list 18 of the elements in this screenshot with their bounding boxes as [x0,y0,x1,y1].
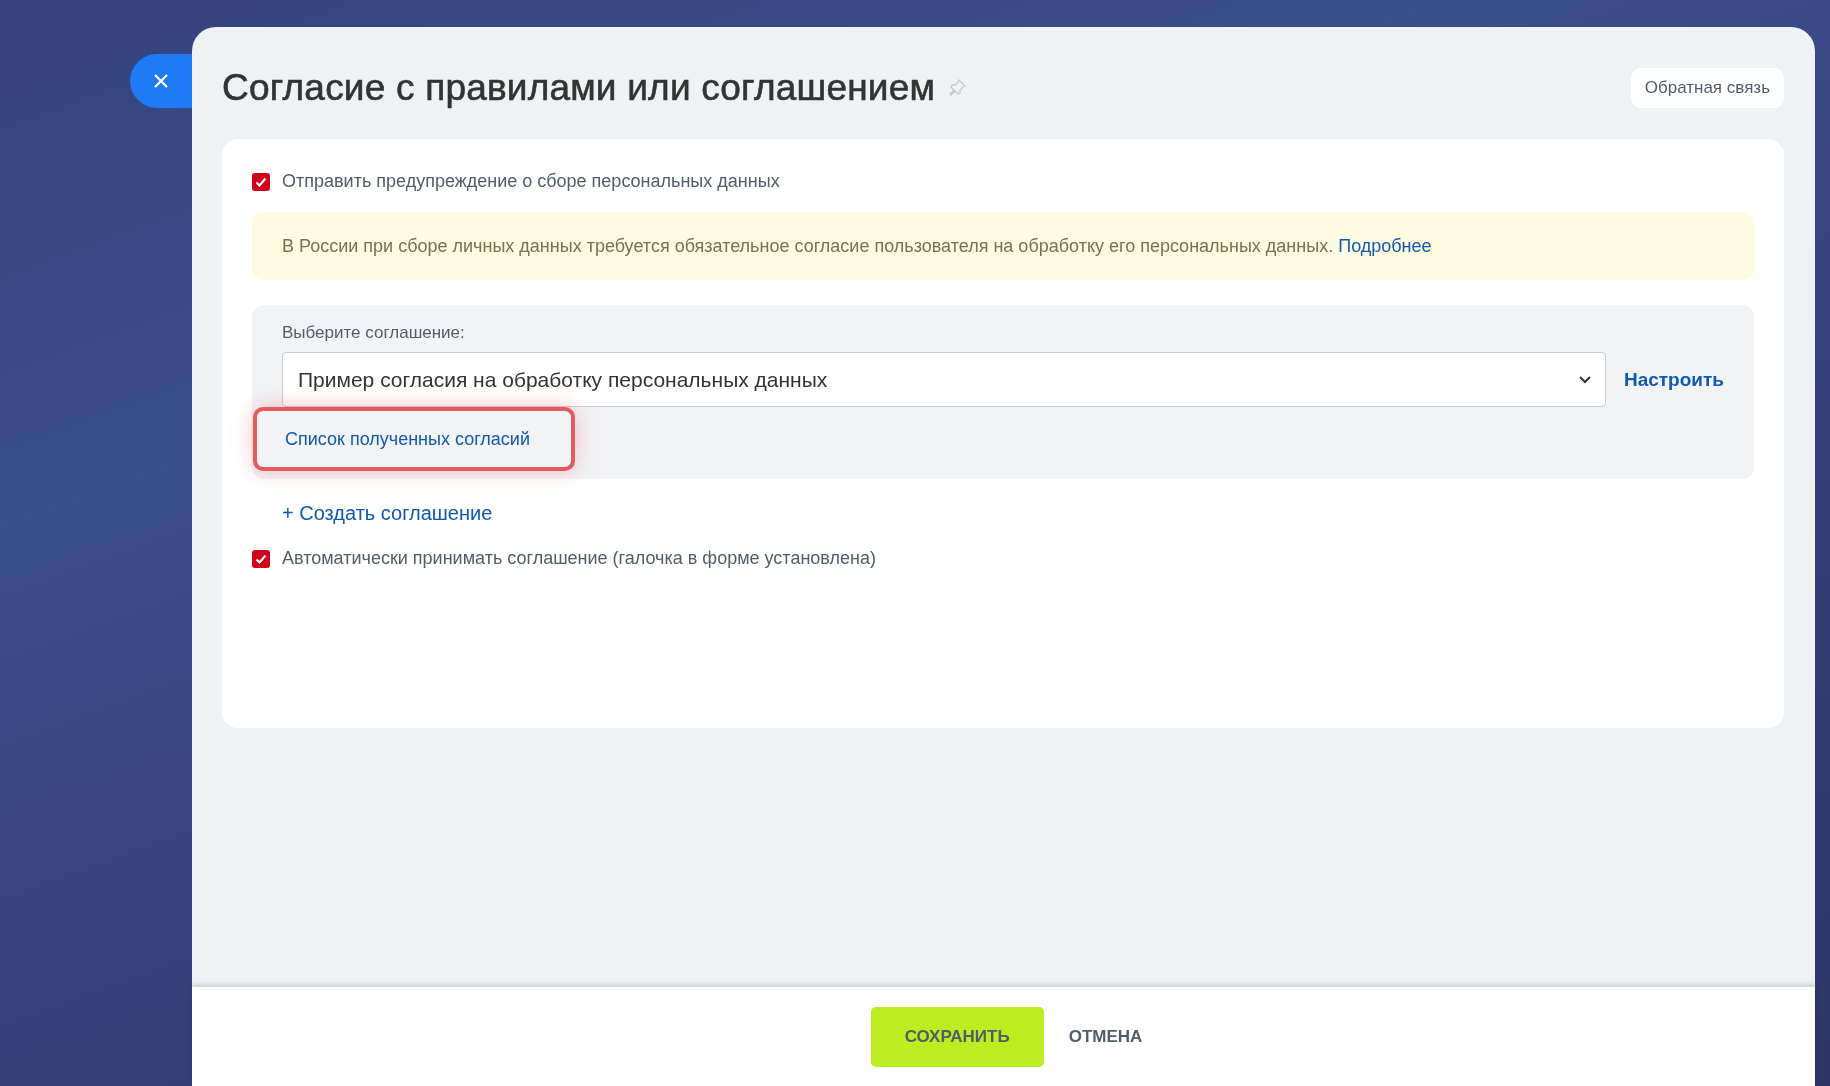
create-agreement-link[interactable]: + Создать соглашение [282,502,493,525]
cancel-button[interactable]: ОТМЕНА [1043,1006,1168,1067]
close-button[interactable] [130,54,192,108]
close-icon [153,73,169,89]
feedback-button[interactable]: Обратная связь [1630,68,1784,108]
agreement-dropdown[interactable]: Пример согласия на обработку персональных данных [282,352,1606,407]
checkbox-label: Автоматически принимать соглашение (галочка в форме установлена) [282,548,876,569]
notice-text: В России при сборе личных данных требуется обязательное согласие пользователя на обработку его персональных данных. Подробнее [252,212,1754,280]
checkbox[interactable] [252,172,270,191]
panel-title: Согласие с правилами или соглашением [222,67,936,109]
chevron-down-icon [1578,375,1591,384]
field-label: Выберите соглашение: [282,323,466,343]
more-link[interactable]: Подробнее [1338,235,1432,257]
configure-link[interactable]: Настроить [1623,368,1724,391]
checkbox[interactable] [252,549,270,568]
consents-list-link[interactable]: Список полученных согласий [285,428,530,450]
checkbox-label: Отправить предупреждение о сборе персональных данных [282,171,780,192]
save-button[interactable]: СОХРАНИТЬ [870,1006,1044,1067]
